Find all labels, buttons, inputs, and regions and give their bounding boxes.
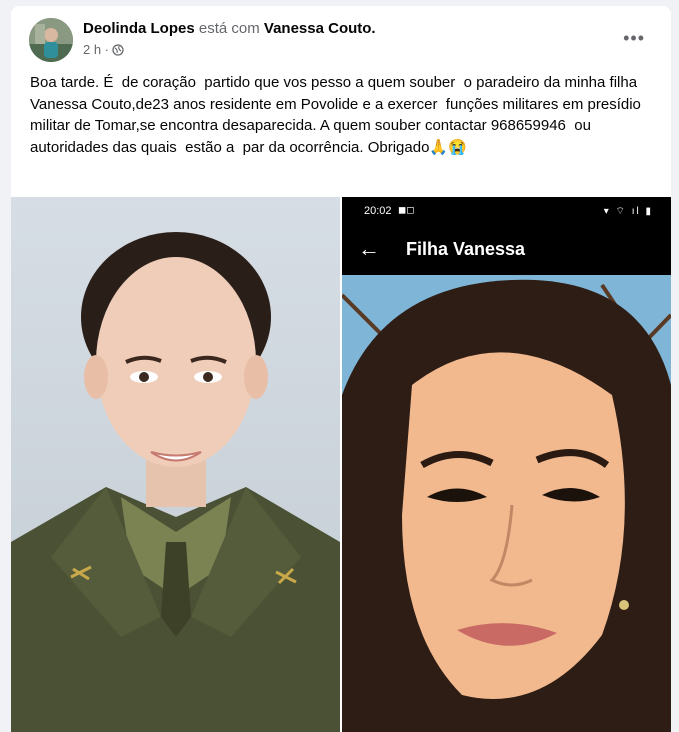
post-time[interactable]: 2 h ·: [83, 42, 109, 57]
back-arrow-icon[interactable]: ←: [358, 236, 380, 262]
tagged-name[interactable]: Vanessa Couto.: [264, 20, 376, 37]
globe-icon[interactable]: [112, 43, 124, 56]
post-header: Deolinda Lopes está com Vanessa Couto. 2…: [11, 6, 671, 68]
author-name[interactable]: Deolinda Lopes: [83, 20, 195, 37]
uniform-portrait: [11, 197, 340, 732]
selfie-photo: [342, 275, 671, 732]
chat-app-bar: ← Filha Vanessa: [342, 225, 671, 275]
avatar-photo: [29, 18, 73, 62]
notification-icons: ◼◻: [398, 205, 415, 216]
phone-status-bar: 20:02 ◼◻ ▾ ⌔ ıl ▮: [342, 197, 671, 225]
phone-time: 20:02: [364, 205, 392, 217]
photo-phone-screenshot[interactable]: 20:02 ◼◻ ▾ ⌔ ıl ▮ ← Filha Vanessa: [342, 197, 671, 732]
author-line: Deolinda Lopes está com Vanessa Couto.: [83, 20, 376, 37]
post-meta: 2 h ·: [83, 42, 124, 57]
post-card: Deolinda Lopes está com Vanessa Couto. 2…: [11, 6, 671, 732]
avatar[interactable]: [29, 18, 73, 62]
system-icons: ▾ ⌔ ıl ▮: [603, 206, 653, 217]
chat-title: Filha Vanessa: [406, 239, 526, 259]
photo-uniform[interactable]: [11, 197, 340, 732]
post-text: Boa tarde. É de coração partido que vos …: [30, 74, 646, 156]
with-text: está com: [198, 20, 260, 37]
photo-grid: 20:02 ◼◻ ▾ ⌔ ıl ▮ ← Filha Vanessa: [11, 197, 671, 732]
more-options-icon[interactable]: •••: [623, 28, 645, 49]
